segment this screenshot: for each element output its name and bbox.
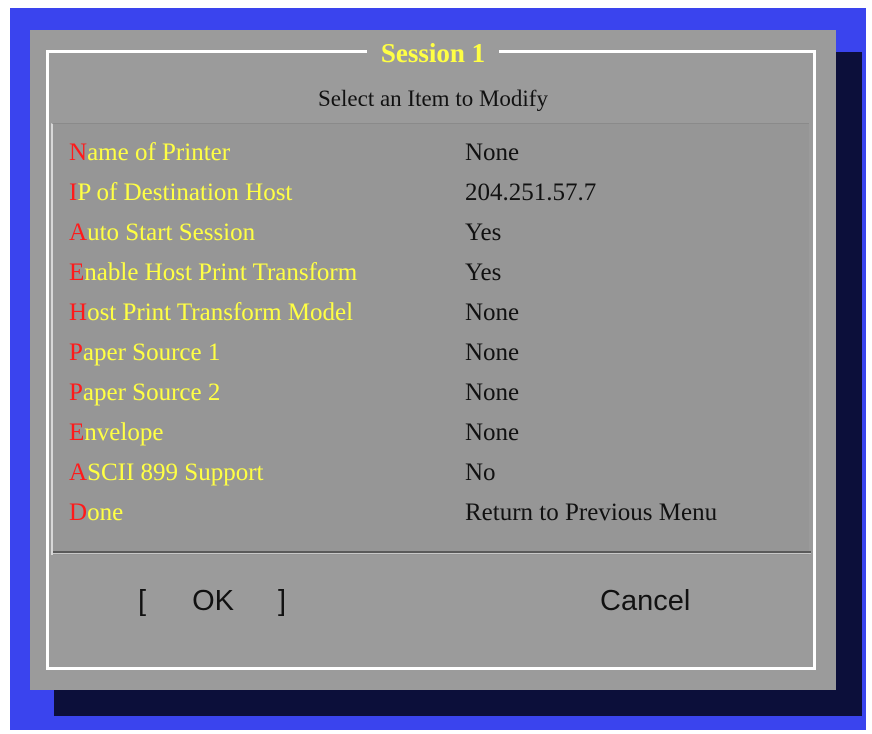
menu-item-auto-start-session[interactable]: Auto Start Session Yes [69, 214, 501, 252]
menu-item-value: No [465, 459, 496, 486]
hotkey-letter: E [69, 259, 85, 286]
hotkey-letter: E [69, 419, 85, 446]
ok-bracket-open: [ [138, 585, 147, 617]
dialog-title-bar: Session 1 [30, 38, 836, 69]
menu-item-label: aper Source 1 [82, 339, 221, 366]
menu-item-value: None [465, 299, 520, 326]
session-dialog: Session 1 Select an Item to Modify Name … [30, 30, 836, 690]
hotkey-letter: N [69, 139, 88, 166]
menu-item-label: P of Destination Host [77, 179, 293, 206]
hotkey-letter: H [69, 299, 88, 326]
menu-item-value: None [465, 419, 520, 446]
hotkey-letter: P [69, 379, 83, 406]
menu-list: Name of Printer None IP of Destination H… [51, 123, 809, 555]
menu-item-label: ame of Printer [87, 139, 231, 166]
menu-item-ip-of-destination-host[interactable]: IP of Destination Host 204.251.57.7 [69, 174, 596, 212]
ok-label: OK [192, 585, 234, 617]
button-bar: [ OK] Cancel [53, 560, 811, 660]
divider-highlight [53, 553, 811, 554]
menu-item-label: ost Print Transform Model [87, 299, 354, 326]
dialog-subtitle: Select an Item to Modify [318, 86, 548, 111]
menu-item-value: 204.251.57.7 [465, 179, 597, 206]
menu-item-envelope[interactable]: Envelope None [69, 414, 519, 452]
menu-item-label: aper Source 2 [82, 379, 221, 406]
menu-item-label: one [87, 499, 124, 526]
dialog-title: Session 1 [366, 38, 500, 68]
hotkey-letter: A [69, 219, 88, 246]
menu-item-value: Yes [465, 259, 502, 286]
menu-item-value: None [465, 339, 520, 366]
menu-item-ascii-899-support[interactable]: ASCII 899 Support No [69, 454, 496, 492]
menu-item-value: Yes [465, 219, 502, 246]
hotkey-letter: D [69, 499, 88, 526]
menu-item-label: nvelope [84, 419, 164, 446]
menu-item-label: uto Start Session [87, 219, 256, 246]
menu-item-value: None [465, 379, 520, 406]
ok-bracket-close: ] [277, 585, 287, 617]
menu-item-host-print-transform-model[interactable]: Host Print Transform Model None [69, 294, 519, 332]
menu-item-label: nable Host Print Transform [84, 259, 358, 286]
ok-button[interactable]: [ OK] [138, 585, 286, 618]
menu-item-name-of-printer[interactable]: Name of Printer None [69, 134, 519, 172]
menu-item-value: None [465, 139, 520, 166]
menu-item-done[interactable]: Done Return to Previous Menu [69, 494, 717, 532]
menu-item-value: Return to Previous Menu [465, 499, 718, 526]
menu-item-label: SCII 899 Support [87, 459, 264, 486]
menu-item-paper-source-1[interactable]: Paper Source 1 None [69, 334, 519, 372]
cancel-button[interactable]: Cancel [600, 585, 690, 618]
hotkey-letter: P [69, 339, 83, 366]
menu-item-enable-host-print-transform[interactable]: Enable Host Print Transform Yes [69, 254, 501, 292]
hotkey-letter: A [69, 459, 88, 486]
menu-item-paper-source-2[interactable]: Paper Source 2 None [69, 374, 519, 412]
